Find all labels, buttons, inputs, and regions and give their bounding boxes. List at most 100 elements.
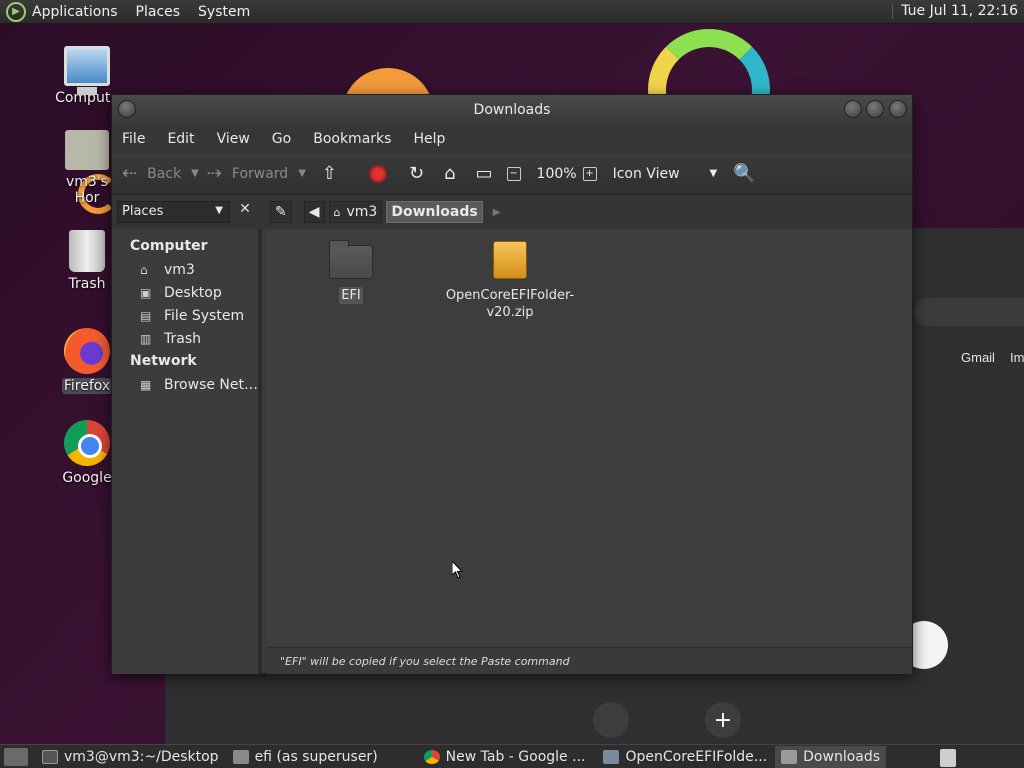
menu-file[interactable]: File — [122, 131, 145, 147]
window-menu-button[interactable] — [118, 100, 136, 118]
task-archive-manager[interactable]: OpenCoreEFIFolde... — [597, 746, 773, 768]
zoom-in-button[interactable]: + — [582, 166, 603, 181]
zoom-out-button[interactable]: − — [506, 166, 527, 181]
sidebar-item-vm3[interactable]: ⌂ vm3 — [112, 258, 258, 281]
menu-system[interactable]: System — [198, 4, 250, 20]
toolbar: ⇠ Back ▼ ⇢ Forward ▼ ⇧ ↻ ⌂ ▭ − 100% + Ic… — [112, 153, 912, 195]
task-label: efi (as superuser) — [254, 748, 378, 765]
archive-manager-icon — [603, 749, 620, 764]
close-button[interactable] — [889, 100, 907, 118]
task-terminal[interactable]: vm3@vm3:~/Desktop — [36, 746, 225, 768]
file-item-efi[interactable]: EFI — [281, 235, 421, 304]
menu-applications[interactable]: Applications — [32, 4, 118, 20]
menu-help[interactable]: Help — [413, 131, 445, 147]
desktop-icon-label: Trash — [68, 276, 106, 292]
terminal-icon — [42, 749, 58, 764]
task-label: Downloads — [803, 748, 881, 765]
file-name: EFI — [339, 287, 363, 304]
sidebar-item-browse-network[interactable]: ▦ Browse Net… — [112, 373, 258, 396]
search-icon: 🔍 — [733, 163, 756, 184]
desktop-icon-label: vm3's Hor — [66, 174, 108, 206]
menu-bookmarks[interactable]: Bookmarks — [313, 131, 391, 147]
menu-view[interactable]: View — [217, 131, 250, 147]
sidebar-item-trash[interactable]: ▥ Trash — [112, 327, 258, 350]
clock[interactable]: Tue Jul 11, 22:16 — [892, 3, 1018, 19]
back-button[interactable]: ⇠ Back — [122, 163, 181, 184]
trash-applet-icon[interactable] — [940, 749, 956, 767]
forward-label: Forward — [231, 165, 289, 182]
window-titlebar[interactable]: Downloads — [112, 95, 912, 125]
sidebar-heading-network: Network — [130, 353, 197, 369]
minimize-button[interactable] — [844, 100, 862, 118]
desktop-folder-icon: ▣ — [140, 285, 152, 300]
home-icon: ⌂ — [333, 205, 341, 219]
zoom-out-icon: − — [506, 166, 521, 181]
stop-icon — [369, 164, 387, 183]
window-title: Downloads — [473, 102, 551, 118]
menu-edit[interactable]: Edit — [167, 131, 194, 147]
archive-icon — [493, 241, 527, 279]
firefox-icon — [64, 328, 110, 374]
breadcrumb: ✎ ◀ ⌂ vm3 Downloads ▶ — [270, 201, 500, 223]
task-efi-superuser[interactable]: efi (as superuser) — [227, 746, 384, 768]
forward-arrow-icon: ⇢ — [206, 163, 222, 184]
file-name-line1: OpenCoreEFIFolder- — [445, 288, 575, 303]
sidebar-item-desktop[interactable]: ▣ Desktop — [112, 281, 258, 304]
back-label: Back — [147, 165, 182, 182]
add-shortcut-button[interactable]: + — [705, 702, 741, 738]
breadcrumb-right-arrow[interactable]: ▶ — [493, 207, 501, 218]
trash-icon: ▥ — [140, 331, 152, 346]
location-bar: Places ▼ ✕ ✎ ◀ ⌂ vm3 Downloads ▶ — [112, 195, 912, 229]
breadcrumb-left-arrow[interactable]: ◀ — [303, 201, 325, 223]
file-item-opencore-zip[interactable]: OpenCoreEFIFolder- v20.zip — [440, 235, 580, 321]
forward-history-dropdown[interactable]: ▼ — [298, 168, 306, 179]
shortcut-tile[interactable] — [593, 702, 629, 738]
gmail-link[interactable]: Gmail — [961, 350, 995, 365]
breadcrumb-label: Downloads — [391, 204, 478, 220]
sidebar-item-label: Trash — [164, 330, 201, 347]
menu-go[interactable]: Go — [272, 131, 291, 147]
back-history-dropdown[interactable]: ▼ — [191, 168, 199, 179]
file-view[interactable]: EFI OpenCoreEFIFolder- v20.zip — [266, 229, 912, 647]
view-mode-select[interactable]: Icon View ▼ — [613, 166, 718, 182]
folder-icon — [232, 749, 249, 764]
search-button[interactable]: 🔍 — [733, 163, 765, 184]
up-button[interactable]: ⇧ — [322, 163, 347, 184]
view-mode-label: Icon View — [612, 165, 680, 182]
top-panel: ▶ Applications Places System Tue Jul 11,… — [0, 0, 1024, 24]
computer-button[interactable]: ▭ — [476, 163, 493, 184]
sidebar-item-file-system[interactable]: ▤ File System — [112, 304, 258, 327]
mate-logo-icon[interactable]: ▶ — [6, 1, 26, 22]
close-sidebar-icon[interactable]: ✕ — [235, 201, 255, 223]
show-desktop-button[interactable] — [4, 747, 28, 766]
browser-search-bar[interactable] — [914, 298, 1024, 326]
images-link[interactable]: Im — [1010, 350, 1024, 365]
breadcrumb-downloads[interactable]: Downloads — [386, 201, 483, 223]
toggle-location-entry-button[interactable]: ✎ — [270, 201, 292, 223]
home-button[interactable]: ⌂ — [444, 163, 455, 184]
up-arrow-icon: ⇧ — [321, 163, 337, 184]
file-name-line2: v20.zip — [486, 305, 534, 320]
sidebar-type-select[interactable]: Places ▼ — [117, 201, 230, 223]
menu-places[interactable]: Places — [136, 4, 181, 20]
network-icon: ▦ — [140, 377, 152, 392]
sidebar-item-label: Browse Net… — [164, 376, 259, 393]
menubar: File Edit View Go Bookmarks Help — [112, 125, 912, 153]
maximize-button[interactable] — [866, 100, 884, 118]
stop-button[interactable] — [369, 164, 387, 183]
chrome-icon — [64, 420, 110, 466]
chrome-icon — [423, 749, 440, 764]
task-chrome[interactable]: New Tab - Google ... — [418, 746, 592, 768]
back-arrow-icon: ⇠ — [122, 163, 138, 184]
forward-button[interactable]: ⇢ Forward — [207, 163, 288, 184]
home-icon: ⌂ — [140, 262, 148, 277]
sidebar-type-label: Places — [122, 204, 164, 219]
zoom-level[interactable]: 100% — [537, 166, 577, 182]
zoom-in-icon: + — [582, 166, 597, 181]
reload-button[interactable]: ↻ — [409, 163, 424, 184]
sidebar: Computer ⌂ vm3 ▣ Desktop ▤ File System ▥… — [112, 229, 262, 674]
task-label: vm3@vm3:~/Desktop — [64, 748, 219, 765]
breadcrumb-vm3[interactable]: ⌂ vm3 — [328, 201, 383, 223]
file-manager-window: Downloads File Edit View Go Bookmarks He… — [111, 94, 913, 674]
task-downloads[interactable]: Downloads — [775, 745, 887, 768]
